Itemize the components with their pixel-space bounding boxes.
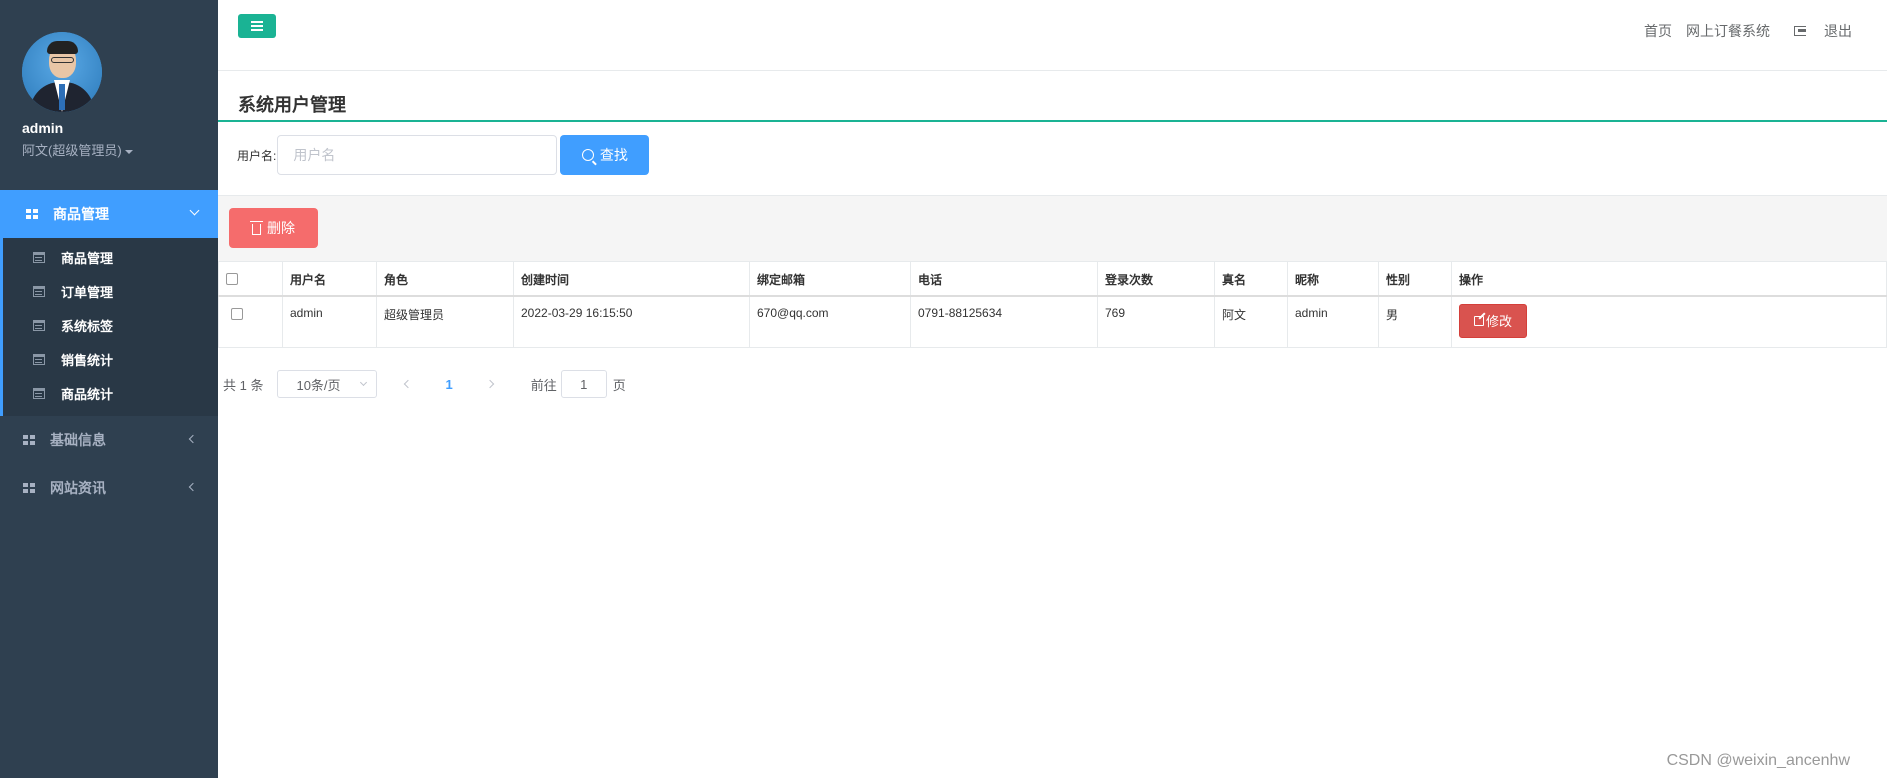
select-all-cell	[218, 261, 283, 297]
profile-panel: admin 阿文(超级管理员)	[0, 0, 218, 190]
grid-icon	[26, 209, 38, 219]
submenu-item-label: 商品统计	[61, 386, 114, 402]
column-header: 电话	[910, 261, 1098, 297]
main-content: 首页 网上订餐系统 退出 系统用户管理 用户名: 查找 删除 用户名 角色 创建…	[218, 0, 1887, 778]
calendar-icon	[33, 387, 45, 399]
submenu-item-label: 商品管理	[61, 250, 114, 266]
menu-basic-info[interactable]: 基础信息	[0, 416, 218, 464]
table-row: admin 超级管理员 2022-03-29 16:15:50 670@qq.c…	[218, 295, 1887, 348]
cell-phone: 0791-88125634	[910, 295, 1098, 348]
pagination: 共 1 条 10条/页 1 前往 页	[223, 370, 626, 398]
pagination-total: 共 1 条	[223, 377, 264, 393]
cell-nickname: admin	[1287, 295, 1379, 348]
system-link[interactable]: 网上订餐系统	[1686, 21, 1770, 41]
search-label: 用户名:	[237, 148, 277, 163]
submenu: 商品管理 订单管理 系统标签 销售统计 商品统计	[0, 238, 218, 416]
topbar: 首页 网上订餐系统 退出	[218, 0, 1887, 71]
cell-username: admin	[282, 295, 377, 348]
edit-icon	[1473, 315, 1484, 326]
title-divider	[218, 120, 1887, 122]
chevron-down-icon	[189, 205, 200, 216]
cell-realname: 阿文	[1214, 295, 1288, 348]
cell-email: 670@qq.com	[749, 295, 911, 348]
calendar-icon	[33, 319, 45, 331]
menu-site-news[interactable]: 网站资讯	[0, 464, 218, 512]
select-all-checkbox[interactable]	[226, 273, 238, 285]
calendar-icon	[33, 353, 45, 365]
trash-icon	[250, 220, 263, 235]
search-button-label: 查找	[599, 147, 628, 163]
home-link[interactable]: 首页	[1644, 21, 1672, 41]
profile-username: admin	[22, 120, 64, 136]
column-header: 绑定邮箱	[749, 261, 911, 297]
toolbar: 删除	[218, 195, 1887, 261]
sidebar-toggle-button[interactable]	[238, 14, 276, 38]
calendar-icon	[33, 285, 45, 297]
goto-page-input[interactable]	[560, 370, 607, 398]
column-header: 性别	[1378, 261, 1452, 297]
cell-logins: 769	[1097, 295, 1215, 348]
column-header: 登录次数	[1097, 261, 1215, 297]
page-number-current[interactable]: 1	[445, 377, 452, 392]
table-header-row: 用户名 角色 创建时间 绑定邮箱 电话 登录次数 真名 昵称 性别 操作	[218, 261, 1887, 297]
delete-button[interactable]: 删除	[229, 208, 318, 248]
goto-label: 前往	[530, 377, 557, 393]
edit-button[interactable]: 修改	[1459, 303, 1527, 338]
top-links: 首页 网上订餐系统 退出	[1644, 21, 1852, 41]
cell-gender: 男	[1378, 295, 1452, 348]
search-input[interactable]	[277, 135, 558, 175]
search-form: 用户名: 查找	[237, 135, 650, 175]
profile-role-dropdown[interactable]: 阿文(超级管理员)	[22, 140, 218, 159]
page-title: 系统用户管理	[238, 95, 346, 115]
menu-label: 基础信息	[50, 432, 106, 448]
logout-link[interactable]: 退出	[1824, 21, 1852, 41]
caret-down-icon	[124, 149, 133, 154]
chevron-down-icon	[360, 378, 368, 387]
cell-created: 2022-03-29 16:15:50	[513, 295, 750, 348]
column-header: 昵称	[1287, 261, 1379, 297]
column-header: 操作	[1451, 261, 1887, 297]
page-size-select[interactable]: 10条/页	[277, 370, 378, 398]
sidebar: admin 阿文(超级管理员) 商品管理 商品管理 订单管理 系统标签 销售统计…	[0, 0, 218, 778]
column-header: 角色	[376, 261, 514, 297]
users-table: 用户名 角色 创建时间 绑定邮箱 电话 登录次数 真名 昵称 性别 操作 adm…	[218, 261, 1887, 348]
submenu-item-label: 系统标签	[61, 318, 114, 334]
next-page-icon[interactable]	[485, 379, 494, 389]
cell-role: 超级管理员	[376, 295, 514, 348]
chevron-left-icon	[188, 482, 198, 492]
calendar-icon	[33, 251, 45, 263]
logout-icon[interactable]	[1794, 26, 1806, 36]
submenu-item-tags[interactable]: 系统标签	[3, 308, 218, 342]
cell-actions: 修改	[1451, 295, 1887, 348]
submenu-item-product[interactable]: 商品管理	[3, 240, 218, 274]
column-header: 创建时间	[513, 261, 750, 297]
row-select-cell	[218, 295, 283, 348]
profile-role: 阿文(超级管理员)	[22, 143, 122, 158]
menu-label: 商品管理	[53, 206, 109, 222]
submenu-item-sales-stats[interactable]: 销售统计	[3, 342, 218, 376]
grid-icon	[23, 435, 35, 445]
search-button[interactable]: 查找	[560, 135, 650, 175]
column-header: 用户名	[282, 261, 377, 297]
watermark: CSDN @weixin_ancenhw	[1666, 752, 1850, 769]
avatar[interactable]	[22, 32, 102, 112]
page-suffix: 页	[612, 377, 626, 393]
menu-label: 网站资讯	[50, 480, 106, 496]
prev-page-icon[interactable]	[404, 379, 413, 389]
submenu-item-product-stats[interactable]: 商品统计	[3, 376, 218, 410]
page-size-value: 10条/页	[296, 377, 341, 393]
submenu-item-label: 销售统计	[61, 352, 114, 368]
edit-button-label: 修改	[1485, 314, 1512, 329]
menu-product-management[interactable]: 商品管理	[0, 190, 218, 238]
row-checkbox[interactable]	[231, 307, 243, 320]
submenu-item-orders[interactable]: 订单管理	[3, 274, 218, 308]
submenu-item-label: 订单管理	[61, 284, 114, 300]
delete-button-label: 删除	[267, 220, 295, 236]
column-header: 真名	[1214, 261, 1288, 297]
chevron-left-icon	[188, 434, 198, 444]
search-icon	[581, 149, 594, 161]
grid-icon	[23, 483, 35, 493]
